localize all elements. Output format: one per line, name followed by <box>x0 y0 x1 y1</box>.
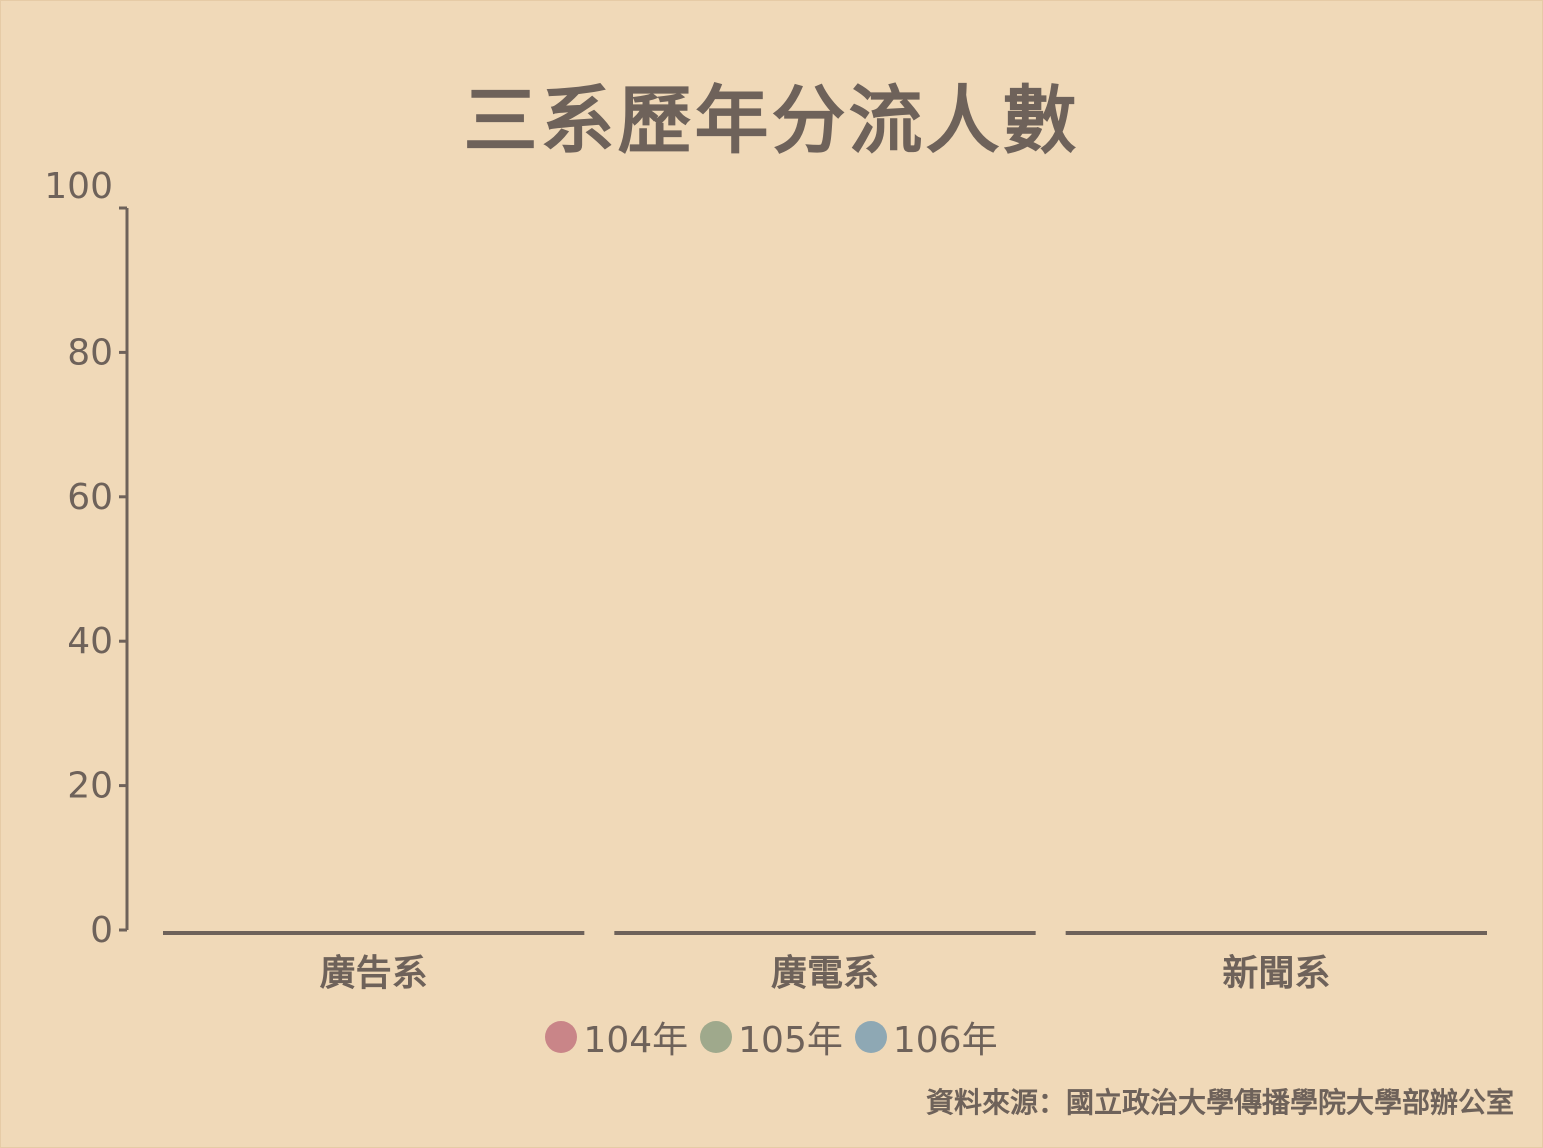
y-tick-label: 40 <box>67 621 113 662</box>
y-tick-label: 100 <box>44 166 113 207</box>
x-category-label: 廣告系 <box>320 953 428 994</box>
chart-page: 三系歷年分流人數 0 20 40 60 80 100 廣告系 廣電系 新聞系 104年 105年 1… <box>0 0 1543 1148</box>
y-tick-label: 60 <box>67 477 113 518</box>
legend-label: 105年 <box>738 1020 843 1061</box>
legend-item: 105年 <box>700 1011 843 1063</box>
y-tick-label: 20 <box>67 766 113 807</box>
legend-item: 106年 <box>854 1011 998 1063</box>
legend-label: 104年 <box>583 1020 689 1061</box>
legend-swatch <box>700 1021 733 1053</box>
x-category-label: 廣電系 <box>771 953 879 994</box>
bar-chart: 0 20 40 60 80 100 廣告系 廣電系 新聞系 <box>44 166 1487 994</box>
chart-legend: 104年 105年 106年 <box>1 1011 1542 1063</box>
data-source-note: 資料來源：國立政治大學傳播學院大學部辦公室 <box>925 1086 1514 1119</box>
x-category-label: 新聞系 <box>1222 953 1330 994</box>
legend-label: 106年 <box>892 1020 998 1061</box>
legend-item: 104年 <box>545 1011 688 1063</box>
legend-swatch <box>545 1021 578 1053</box>
y-tick-label: 80 <box>67 332 113 373</box>
y-tick-label: 0 <box>90 910 113 951</box>
legend-swatch <box>854 1021 887 1053</box>
